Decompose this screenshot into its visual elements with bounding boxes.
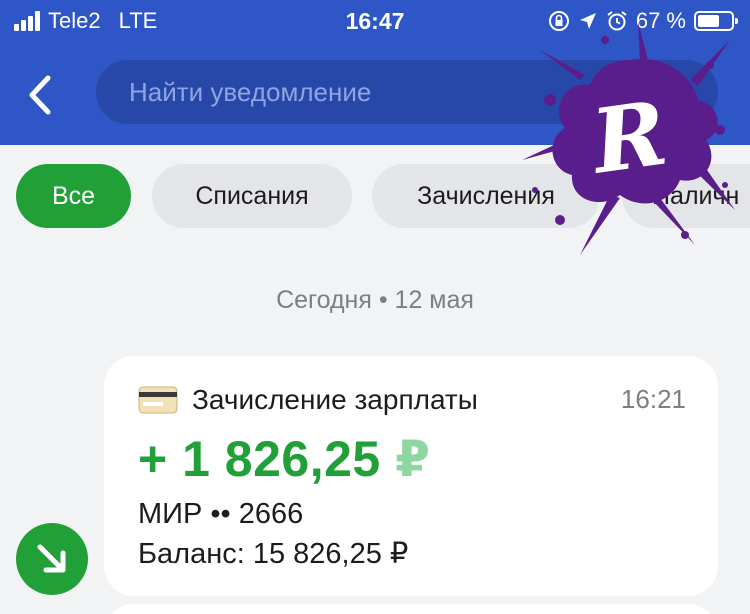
filter-chip-all[interactable]: Все <box>16 164 131 228</box>
notification-time: 16:21 <box>620 384 686 414</box>
card-account: МИР •• 2666 <box>138 498 304 530</box>
bank-card-icon <box>138 386 178 414</box>
notification-title: Зачисление зарплаты <box>192 384 478 415</box>
amount-currency: ₽ <box>395 431 431 487</box>
notification-amount: + 1 826,25 ₽ <box>138 430 430 488</box>
ink-splash-logo: R <box>522 22 735 255</box>
notification-card[interactable]: Зачисление зарплаты 16:21 + 1 826,25 ₽ М… <box>104 356 718 596</box>
filter-chip-debits[interactable]: Списания <box>152 164 352 228</box>
card-balance: Баланс: 15 826,25 ₽ <box>138 538 409 570</box>
amount-value: + 1 826,25 <box>138 431 381 487</box>
arrow-down-right-icon <box>37 544 66 573</box>
back-chevron-icon[interactable] <box>22 70 62 120</box>
income-badge <box>16 523 88 595</box>
date-separator: Сегодня • 12 мая <box>276 286 474 314</box>
search-placeholder: Найти уведомление <box>129 77 372 107</box>
next-notification-card[interactable] <box>104 604 718 614</box>
